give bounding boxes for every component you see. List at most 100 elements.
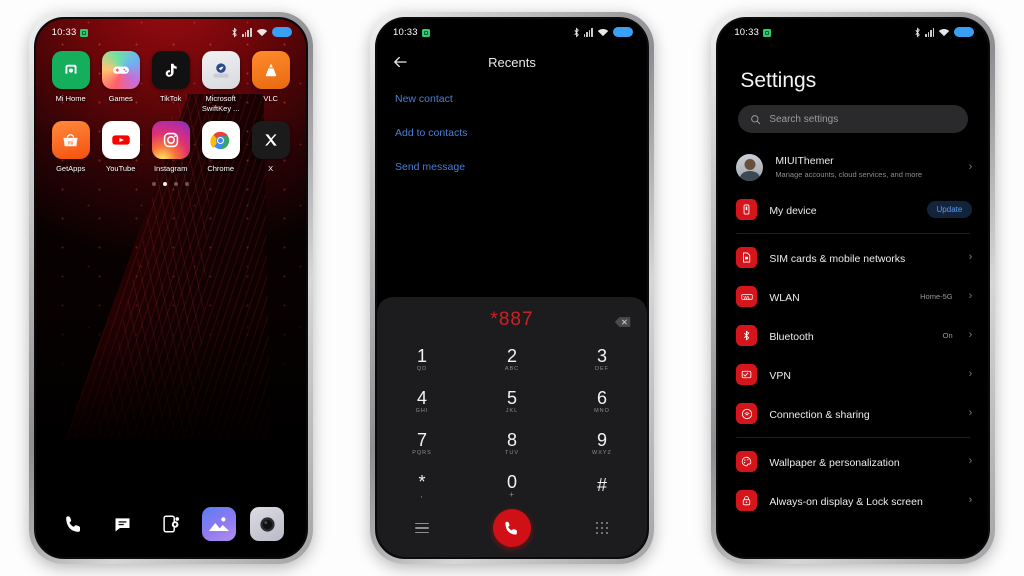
battery-icon bbox=[954, 27, 975, 37]
keypad-icon[interactable] bbox=[595, 521, 609, 535]
call-button[interactable] bbox=[492, 509, 531, 547]
app-swiftkey[interactable]: Microsoft SwiftKey ... bbox=[196, 51, 246, 113]
dialed-number: *887 bbox=[490, 309, 534, 330]
settings-row-my-device[interactable]: My device Update bbox=[718, 190, 988, 229]
search-settings-input[interactable]: Search settings bbox=[738, 105, 969, 133]
page-dot-active[interactable] bbox=[163, 181, 168, 186]
home-screen: 10:33 Mi Home Games TikTok Microsoft Swi… bbox=[35, 19, 306, 557]
bluetooth-icon bbox=[915, 26, 920, 38]
key-digit: 0 bbox=[506, 471, 517, 492]
app-vlc[interactable]: VLC bbox=[246, 51, 296, 113]
key-sub: DEF bbox=[594, 365, 609, 372]
key-sub: JKL bbox=[505, 407, 519, 414]
status-bar-settings: 10:33 bbox=[718, 19, 988, 45]
app-mi-home[interactable]: Mi Home bbox=[46, 51, 96, 113]
back-arrow-icon[interactable] bbox=[391, 53, 409, 71]
action-new-contact[interactable]: New contact bbox=[395, 93, 629, 105]
app-youtube[interactable]: YouTube bbox=[96, 121, 146, 174]
page-title: Settings bbox=[740, 69, 817, 92]
update-badge[interactable]: Update bbox=[926, 201, 973, 218]
key-sub: MNO bbox=[594, 407, 610, 414]
backspace-icon[interactable] bbox=[614, 316, 631, 328]
key-digit: 8 bbox=[506, 429, 517, 450]
phone-settings-device: 10:33 Settings Search settings MIUITheme… bbox=[711, 12, 996, 564]
key-0[interactable]: 0 + bbox=[467, 465, 557, 505]
settings-row-sim-cards[interactable]: SIM cards & mobile networks › bbox=[718, 238, 988, 277]
key-1[interactable]: 1 QD bbox=[377, 339, 467, 379]
key-9[interactable]: 9 WXYZ bbox=[557, 423, 647, 463]
account-subtitle: Manage accounts, cloud services, and mor… bbox=[775, 170, 923, 179]
key-sub: WXYZ bbox=[592, 449, 612, 456]
bluetooth-icon bbox=[736, 325, 758, 346]
page-indicator bbox=[36, 181, 306, 186]
app-instagram[interactable]: Instagram bbox=[146, 121, 196, 174]
page-dot[interactable] bbox=[174, 181, 179, 186]
status-time: 10:33 bbox=[392, 26, 418, 38]
dock-camera-icon[interactable] bbox=[250, 507, 285, 541]
settings-value: Home-5G bbox=[920, 292, 953, 301]
dock-phone-icon[interactable] bbox=[57, 507, 91, 541]
key-digit: * bbox=[418, 471, 426, 492]
hamburger-menu-icon[interactable] bbox=[414, 522, 429, 534]
action-add-to-contacts[interactable]: Add to contacts bbox=[395, 127, 629, 139]
app-row-1: Mi Home Games TikTok Microsoft SwiftKey … bbox=[46, 51, 296, 113]
connection-sharing-icon bbox=[736, 403, 758, 424]
app-games[interactable]: Games bbox=[96, 51, 146, 113]
settings-label: Wallpaper & personalization bbox=[769, 456, 900, 469]
settings-row-vpn[interactable]: VPN › bbox=[718, 355, 988, 394]
key-5[interactable]: 5 JKL bbox=[467, 381, 557, 421]
app-x[interactable]: X bbox=[246, 121, 296, 174]
keypad-keys: 1 QD 2 ABC 3 DEF 4 GHI 5 JKL 6 MNO 7 PQRS 8 TUV … bbox=[377, 339, 647, 505]
app-label: Chrome bbox=[207, 164, 234, 173]
app-label: VLC bbox=[263, 94, 278, 103]
chevron-right-icon: › bbox=[968, 407, 973, 419]
settings-list: MIUIThemer Manage accounts, cloud servic… bbox=[718, 145, 988, 557]
key-6[interactable]: 6 MNO bbox=[557, 381, 647, 421]
dock-gallery-icon[interactable] bbox=[202, 507, 237, 541]
key-3[interactable]: 3 DEF bbox=[557, 339, 647, 379]
settings-value: On bbox=[942, 331, 953, 340]
key-digit: 4 bbox=[416, 387, 427, 408]
key-digit: 1 bbox=[416, 345, 427, 366]
settings-row-wallpaper[interactable]: Wallpaper & personalization › bbox=[718, 442, 988, 481]
dock bbox=[36, 507, 306, 541]
status-bar-dialer: 10:33 bbox=[377, 19, 647, 45]
page-dot[interactable] bbox=[185, 181, 190, 186]
wifi-icon bbox=[597, 28, 609, 36]
settings-row-lock-screen[interactable]: Always-on display & Lock screen › bbox=[718, 481, 988, 520]
page-dot[interactable] bbox=[152, 181, 157, 186]
phone-dialer-device: 10:33 Recents New contact Add to contact… bbox=[369, 12, 654, 564]
app-label: Microsoft SwiftKey ... bbox=[201, 94, 240, 113]
key-sub: + bbox=[509, 489, 515, 499]
dialer-screen: 10:33 Recents New contact Add to contact… bbox=[376, 19, 647, 557]
app-chrome[interactable]: Chrome bbox=[196, 121, 246, 174]
notification-chip-icon bbox=[80, 28, 89, 37]
key-hash[interactable]: # bbox=[557, 465, 647, 505]
notification-chip-icon bbox=[763, 28, 772, 37]
chevron-right-icon: › bbox=[968, 494, 973, 506]
dock-device-settings-icon[interactable] bbox=[154, 507, 188, 541]
key-sub: GHI bbox=[415, 407, 429, 414]
search-placeholder: Search settings bbox=[769, 113, 839, 125]
app-getapps[interactable]: mi GetApps bbox=[46, 121, 96, 174]
action-send-message[interactable]: Send message bbox=[395, 161, 629, 173]
key-8[interactable]: 8 TUV bbox=[467, 423, 557, 463]
app-tiktok[interactable]: TikTok bbox=[146, 51, 196, 113]
settings-row-bluetooth[interactable]: Bluetooth On › bbox=[718, 316, 988, 355]
my-device-label: My device bbox=[769, 204, 817, 217]
key-star[interactable]: *, bbox=[377, 465, 467, 505]
instagram-icon bbox=[151, 121, 190, 159]
phone-home-device: 10:33 Mi Home Games TikTok Microsoft Swi… bbox=[28, 12, 313, 564]
settings-row-wlan[interactable]: WL WLAN Home-5G › bbox=[718, 277, 988, 316]
divider bbox=[736, 233, 971, 234]
bluetooth-icon bbox=[574, 26, 579, 38]
key-7[interactable]: 7 PQRS bbox=[377, 423, 467, 463]
app-label: X bbox=[268, 164, 274, 173]
settings-row-connection-sharing[interactable]: Connection & sharing › bbox=[718, 394, 988, 433]
settings-label: Connection & sharing bbox=[769, 408, 870, 421]
key-2[interactable]: 2 ABC bbox=[467, 339, 557, 379]
status-time: 10:33 bbox=[51, 26, 77, 38]
settings-row-account[interactable]: MIUIThemer Manage accounts, cloud servic… bbox=[718, 145, 988, 190]
key-4[interactable]: 4 GHI bbox=[377, 381, 467, 421]
dock-messages-icon[interactable] bbox=[105, 507, 139, 541]
